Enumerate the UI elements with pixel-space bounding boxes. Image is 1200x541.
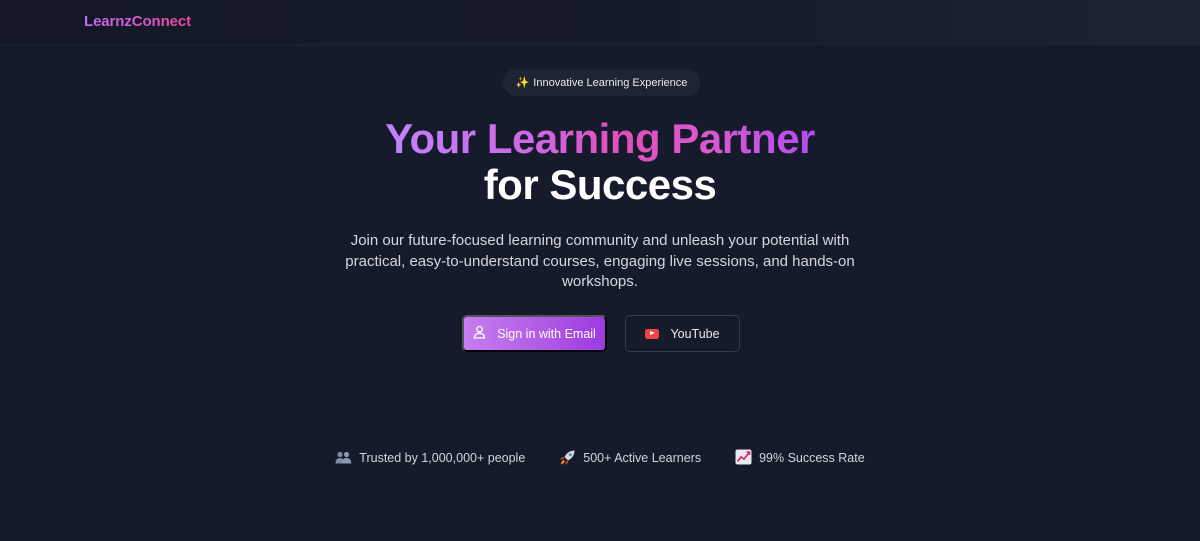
hero-subtitle: Join our future-focused learning communi… <box>345 232 855 290</box>
announcement-badge-text: Innovative Learning Experience <box>533 76 688 89</box>
user-icon <box>473 325 486 342</box>
youtube-icon <box>645 328 660 339</box>
hero-title-gradient: Your Learning Partner <box>385 115 815 162</box>
stat-success-rate: 99% Success Rate <box>735 449 865 467</box>
stat-active-learners-text: 500+ Active Learners <box>583 451 702 465</box>
hero-title-plain: for Success <box>483 161 717 208</box>
sign-in-email-button[interactable]: Sign in with Email <box>462 315 607 352</box>
landing-page: LearnzConnect ✨ Innovative Learning Expe… <box>0 0 1200 541</box>
sparkles-icon: ✨ <box>515 77 530 89</box>
brand-logo[interactable]: LearnzConnect <box>84 13 191 30</box>
stat-trusted-text: Trusted by 1,000,000+ people <box>359 451 526 465</box>
navbar: LearnzConnect <box>0 0 1200 45</box>
youtube-label: YouTube <box>670 326 720 341</box>
people-icon <box>335 451 352 466</box>
announcement-badge: ✨ Innovative Learning Experience <box>503 69 700 96</box>
stat-active-learners: 500+ Active Learners <box>559 449 701 467</box>
youtube-button[interactable]: YouTube <box>625 315 740 352</box>
rocket-icon <box>559 449 576 468</box>
stat-success-rate-text: 99% Success Rate <box>759 451 865 465</box>
stat-trusted: Trusted by 1,000,000+ people <box>335 449 525 467</box>
stats-row: Trusted by 1,000,000+ people 500+ Active… <box>0 449 1200 467</box>
sign-in-email-label: Sign in with Email <box>497 326 596 341</box>
hero-title: Your Learning Partner for Success <box>0 116 1200 208</box>
chart-increasing-icon <box>735 449 752 468</box>
